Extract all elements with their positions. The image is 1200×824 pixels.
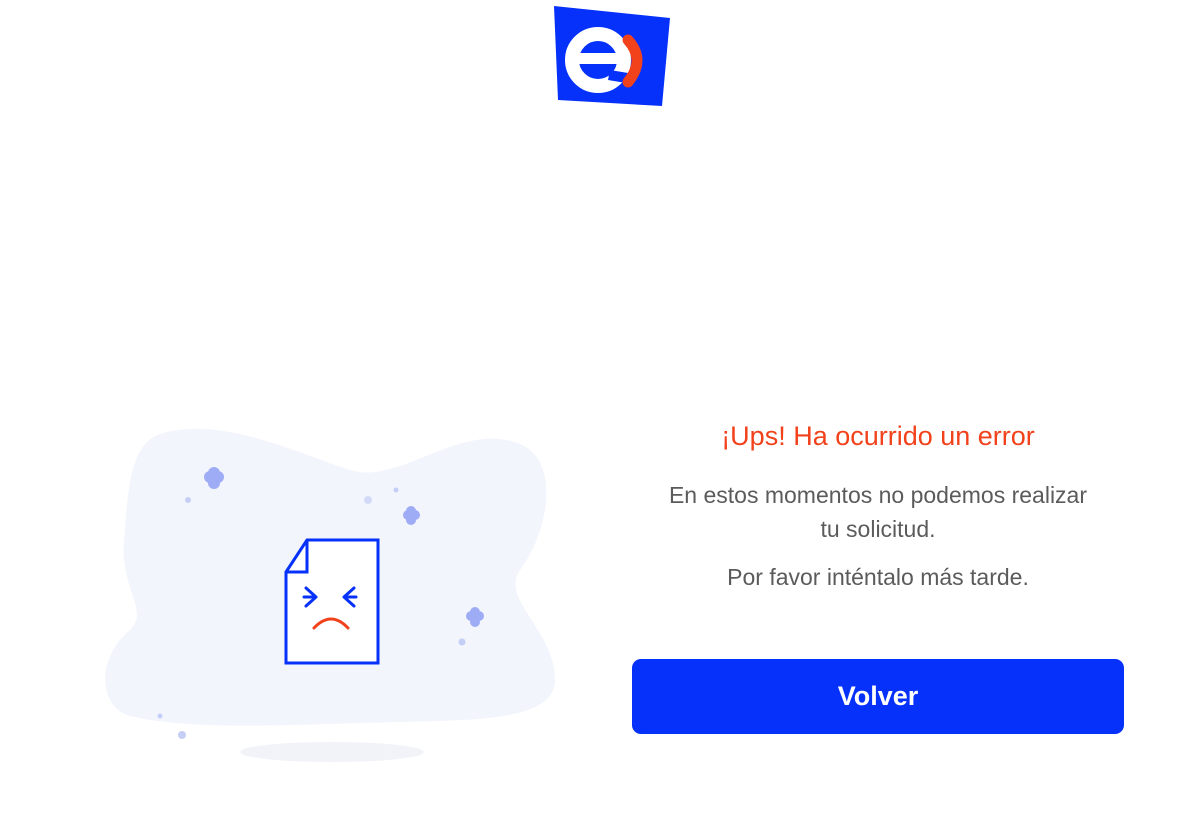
error-page: ¡Ups! Ha ocurrido un error En estos mome… xyxy=(0,0,1200,824)
retry-hint: Por favor inténtalo más tarde. xyxy=(727,564,1029,590)
sad-document-icon xyxy=(284,538,380,665)
back-button[interactable]: Volver xyxy=(632,659,1124,734)
error-illustration xyxy=(105,428,556,762)
error-description: En estos momentos no podemos realizar tu… xyxy=(668,482,1088,542)
error-title: ¡Ups! Ha ocurrido un error xyxy=(721,421,1035,451)
error-message: ¡Ups! Ha ocurrido un error En estos mome… xyxy=(632,418,1124,594)
entel-logo xyxy=(554,6,670,106)
